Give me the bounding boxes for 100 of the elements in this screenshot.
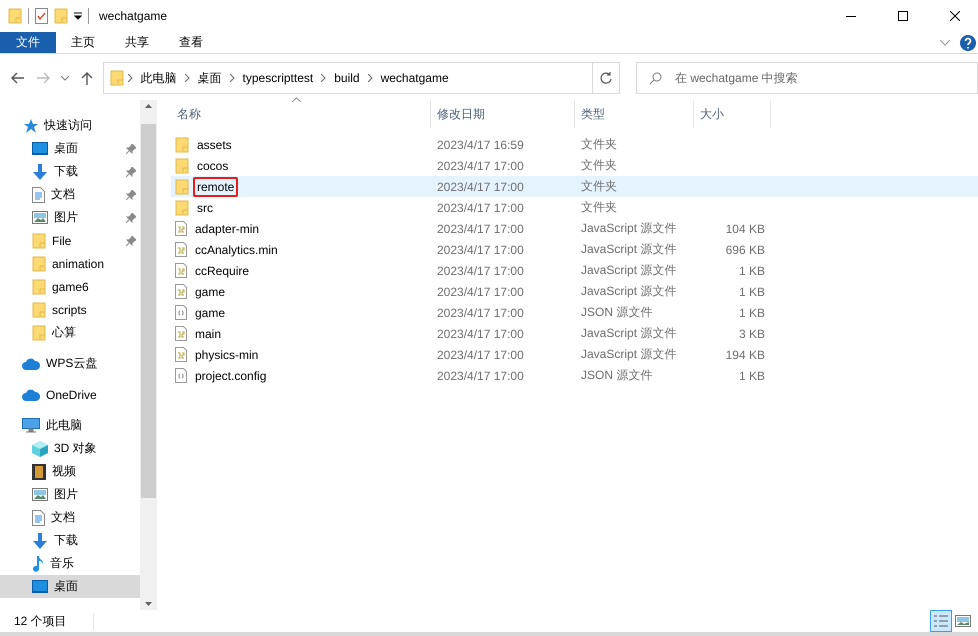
pin-icon[interactable]: [126, 236, 136, 246]
help-icon[interactable]: [960, 34, 976, 50]
close-icon: [950, 11, 960, 21]
nav-item[interactable]: OneDrive: [0, 383, 140, 406]
ribbon-tab[interactable]: 主页: [56, 32, 110, 53]
size-cell-text: 696 KB: [724, 242, 766, 256]
nav-item[interactable]: 图片: [0, 483, 140, 506]
nav-item[interactable]: File: [0, 229, 140, 252]
ribbon-tab[interactable]: 共享: [110, 32, 164, 53]
ribbon-tab[interactable]: 文件: [0, 32, 56, 53]
script-file-icon: [175, 242, 187, 257]
window-title: wechatgame: [99, 9, 168, 23]
file-name: ccAnalytics.min: [194, 242, 279, 258]
pin-icon[interactable]: [126, 190, 136, 200]
file-row[interactable]: adapter-min 2023/4/17 17:00 JavaScript 源文件 104 KB: [171, 218, 978, 239]
column-header[interactable]: 大小: [694, 100, 771, 128]
scrollbar[interactable]: [140, 100, 157, 610]
nav-item[interactable]: 视频: [0, 460, 140, 483]
nav-item[interactable]: animation: [0, 252, 140, 275]
chevron-right-icon[interactable]: [368, 74, 373, 82]
column-header[interactable]: 类型: [575, 100, 694, 128]
pin-icon[interactable]: [126, 212, 136, 222]
nav-item[interactable]: 文档: [0, 183, 140, 206]
nav-item[interactable]: WPS云盘: [0, 352, 140, 375]
date-cell-text: 2023/4/17 17:00: [436, 264, 525, 278]
music-note-icon: [32, 556, 44, 572]
breadcrumb[interactable]: build: [330, 66, 364, 90]
file-name: src: [196, 200, 214, 216]
date-cell-text: 2023/4/17 17:00: [436, 306, 525, 320]
folder-icon: [175, 158, 189, 174]
date-cell-text: 2023/4/17 17:00: [436, 158, 525, 172]
column-header[interactable]: 修改日期: [431, 100, 575, 128]
nav-item[interactable]: 桌面: [0, 137, 140, 160]
file-row[interactable]: main 2023/4/17 17:00 JavaScript 源文件 3 KB: [171, 323, 978, 344]
nav-item[interactable]: 3D 对象: [0, 437, 140, 460]
nav-item[interactable]: 此电脑: [0, 414, 140, 437]
pin-icon[interactable]: [126, 144, 136, 154]
file-row[interactable]: remote 2023/4/17 17:00 文件夹: [171, 176, 978, 197]
json-file-icon: [175, 305, 187, 320]
picture-icon: [32, 211, 48, 224]
chevron-right-icon[interactable]: [321, 74, 326, 82]
nav-item[interactable]: game6: [0, 275, 140, 298]
script-file-icon: [175, 284, 187, 299]
chevron-right-icon[interactable]: [184, 74, 190, 82]
ribbon-tab[interactable]: 查看: [164, 32, 218, 53]
size-cell-text: 104 KB: [724, 222, 766, 236]
document-icon: [32, 510, 45, 526]
nav-item[interactable]: 图片: [0, 206, 140, 229]
address-bar[interactable]: 此电脑 桌面 typescripttest build wechatgame: [102, 62, 593, 94]
json-file-icon: [175, 368, 187, 383]
details-view-button[interactable]: [930, 610, 952, 632]
nav-item[interactable]: 下载: [0, 529, 140, 552]
file-row[interactable]: game 2023/4/17 17:00 JavaScript 源文件 1 KB: [171, 281, 978, 302]
type-cell-text: 文件夹: [580, 178, 618, 195]
file-row[interactable]: physics-min 2023/4/17 17:00 JavaScript 源文件 194 KB: [171, 344, 978, 365]
file-row[interactable]: src 2023/4/17 17:00 文件夹: [171, 197, 978, 218]
breadcrumb[interactable]: typescripttest: [238, 66, 318, 90]
cloud-icon: [22, 358, 40, 370]
chevron-down-icon[interactable]: [940, 40, 950, 46]
date-cell-text: 2023/4/17 17:00: [436, 222, 525, 236]
folder-icon: [32, 324, 46, 340]
size-cell-text: 194 KB: [724, 348, 766, 362]
pin-icon[interactable]: [126, 166, 136, 176]
folder-icon: [32, 302, 46, 318]
nav-item[interactable]: scripts: [0, 298, 140, 321]
breadcrumb[interactable]: 桌面: [194, 66, 226, 90]
breadcrumb[interactable]: 此电脑: [136, 66, 181, 90]
size-cell-text: 1 KB: [738, 306, 766, 320]
column-header[interactable]: 名称: [171, 100, 431, 128]
file-row[interactable]: game 2023/4/17 17:00 JSON 源文件 1 KB: [171, 302, 978, 323]
dropdown-icon[interactable]: [74, 12, 82, 20]
star-icon: [22, 118, 38, 134]
size-cell-text: 1 KB: [738, 368, 766, 382]
breadcrumb[interactable]: wechatgame: [376, 66, 453, 90]
file-row[interactable]: ccAnalytics.min 2023/4/17 17:00 JavaScript 源文件 696 KB: [171, 239, 978, 260]
file-row[interactable]: ccRequire 2023/4/17 17:00 JavaScript 源文件 1 KB: [171, 260, 978, 281]
nav-item[interactable]: 下载: [0, 160, 140, 183]
date-cell-text: 2023/4/17 17:00: [436, 348, 525, 362]
scroll-up-icon[interactable]: [145, 104, 152, 108]
chevron-right-icon[interactable]: [128, 74, 133, 82]
maximize-icon: [898, 11, 908, 21]
file-row[interactable]: project.config 2023/4/17 17:00 JSON 源文件 1 KB: [171, 365, 978, 386]
nav-item[interactable]: 心算: [0, 321, 140, 344]
nav-item[interactable]: 文档: [0, 506, 140, 529]
file-row[interactable]: assets 2023/4/17 16:59 文件夹: [171, 134, 978, 155]
chevron-right-icon[interactable]: [230, 74, 235, 82]
scroll-down-icon[interactable]: [145, 602, 152, 606]
refresh-button[interactable]: [592, 62, 620, 94]
download-icon: [32, 164, 48, 180]
type-cell-text: 文件夹: [580, 157, 618, 174]
size-cell-text: 1 KB: [738, 284, 766, 298]
download-icon: [32, 532, 48, 548]
nav-item[interactable]: 快速访问: [0, 114, 140, 137]
search-field[interactable]: 在 wechatgame 中搜索: [636, 62, 978, 94]
properties-icon[interactable]: [35, 8, 48, 24]
date-cell-text: 2023/4/17 17:00: [436, 242, 525, 256]
nav-item[interactable]: 音乐: [0, 552, 140, 575]
script-file-icon: [175, 326, 187, 341]
file-row[interactable]: cocos 2023/4/17 17:00 文件夹: [171, 155, 978, 176]
nav-item[interactable]: 桌面: [0, 575, 140, 598]
